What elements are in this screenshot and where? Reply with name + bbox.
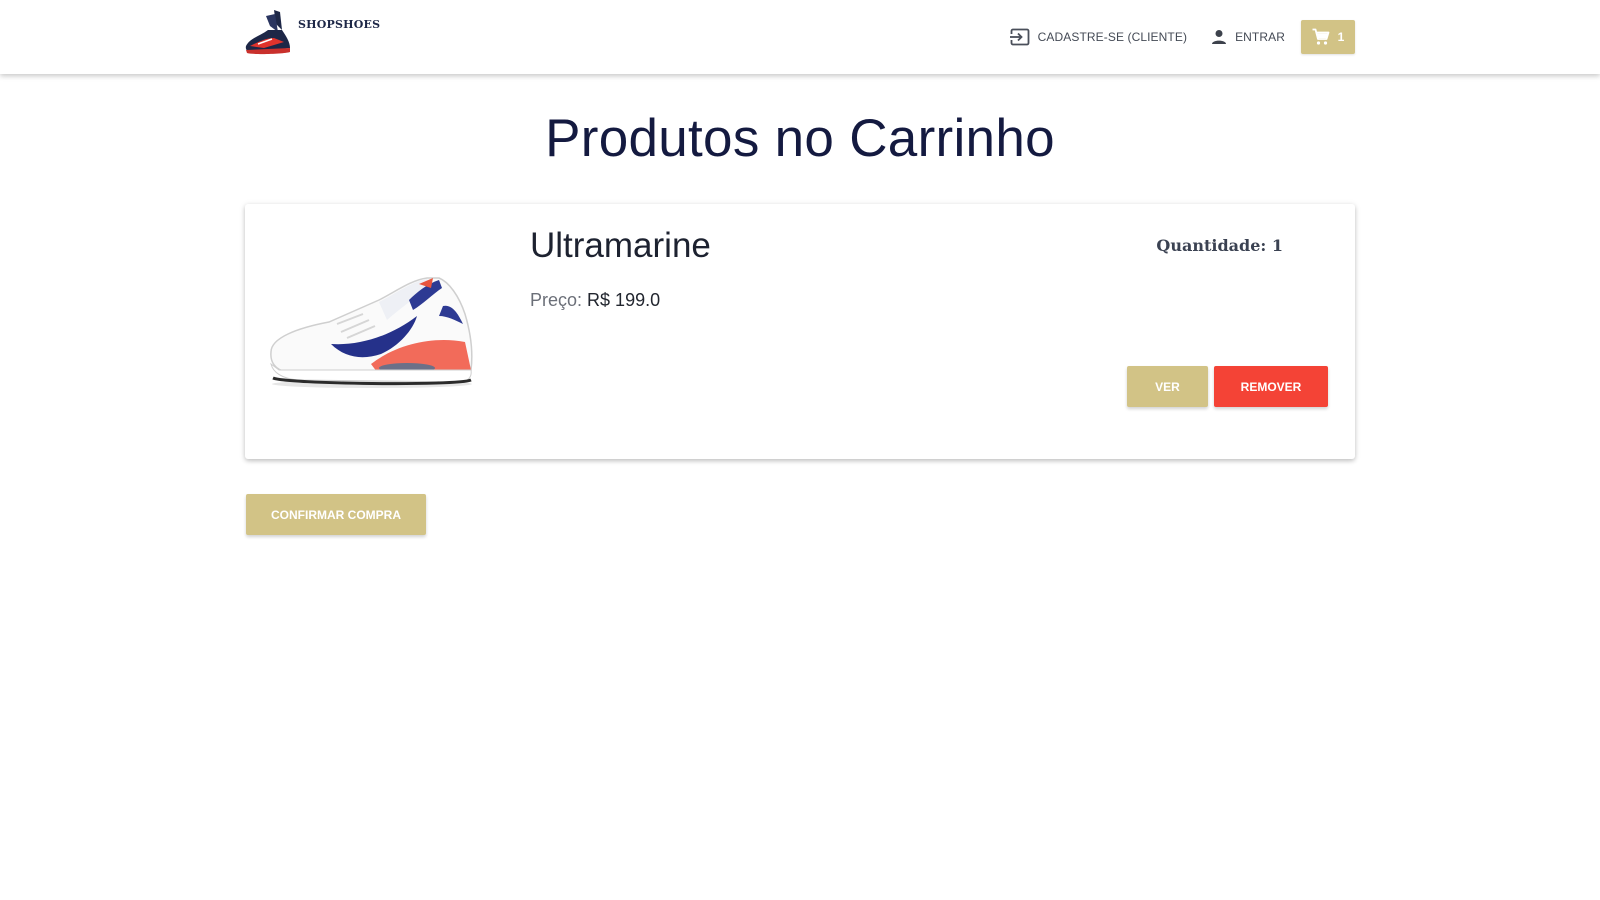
shopping-cart-icon — [1312, 28, 1330, 45]
product-price: Preço: R$ 199.0 — [530, 290, 660, 311]
price-label: Preço: — [530, 290, 583, 310]
view-button[interactable]: VER — [1127, 366, 1208, 407]
confirm-purchase-button[interactable]: CONFIRMAR COMPRA — [246, 494, 426, 535]
brand-name: SHOPSHOES — [298, 17, 381, 31]
person-icon — [1212, 30, 1227, 44]
cart-button[interactable]: 1 — [1301, 20, 1355, 54]
brand-link[interactable]: SHOPSHOES — [244, 8, 380, 58]
page-title: Produtos no Carrinho — [545, 109, 1055, 168]
card-actions: VER REMOVER — [1127, 366, 1328, 407]
register-label: CADASTRE-SE (CLIENTE) — [1037, 30, 1188, 44]
app-bar: SHOPSHOES CADASTRE-SE (CLIENTE) ENTRAR 1 — [0, 0, 1600, 74]
cart-item-card: Ultramarine Preço: R$ 199.0 Quantidade: … — [245, 204, 1355, 459]
quantity-text: Quantidade: 1 — [1156, 236, 1283, 255]
product-name: Ultramarine — [530, 226, 711, 265]
price-value: R$ 199.0 — [587, 290, 661, 310]
register-button[interactable]: CADASTRE-SE (CLIENTE) — [998, 20, 1199, 54]
product-image — [270, 277, 473, 388]
cart-count: 1 — [1337, 30, 1345, 44]
login-button[interactable]: ENTRAR — [1199, 20, 1297, 54]
login-icon — [1009, 28, 1030, 46]
login-label: ENTRAR — [1235, 30, 1285, 44]
top-nav: CADASTRE-SE (CLIENTE) ENTRAR 1 — [998, 20, 1355, 54]
shoe-logo-icon — [245, 10, 290, 55]
remove-button[interactable]: REMOVER — [1214, 366, 1328, 407]
